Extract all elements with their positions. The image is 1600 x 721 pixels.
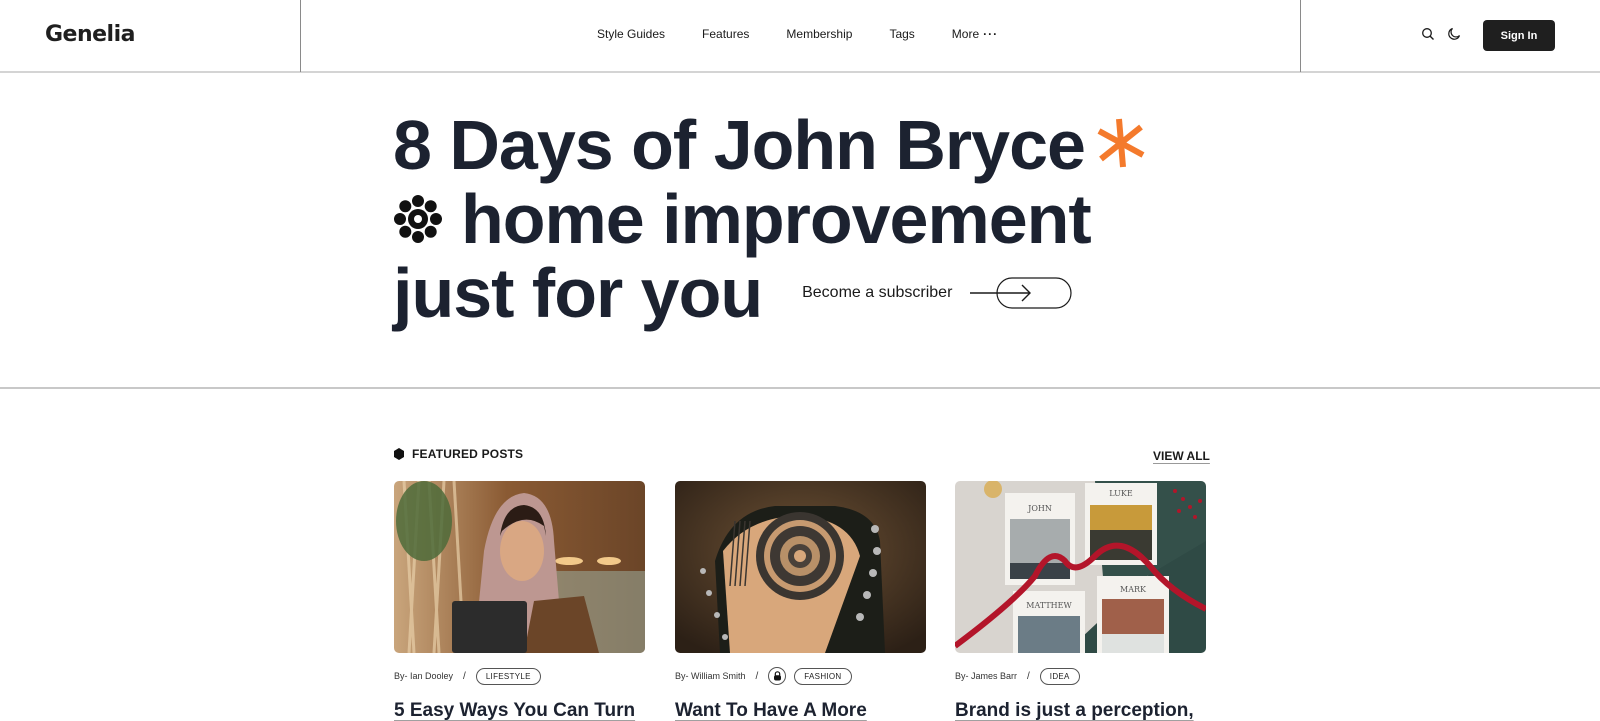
post-card: JOHN LUKE MATTHEW MARK By- James Barr / … [955, 481, 1206, 721]
nav-more-label: More [951, 27, 980, 41]
view-all-link[interactable]: VIEW ALL [1153, 449, 1210, 463]
subscribe-label: Become a subscriber [802, 284, 953, 301]
post-meta: By- William Smith / FASHION [675, 667, 926, 685]
featured-heading: FEATURED POSTS [394, 447, 523, 461]
post-author[interactable]: By- Ian Dooley [394, 671, 453, 681]
moon-icon[interactable] [1447, 27, 1463, 43]
post-tag[interactable]: IDEA [1039, 667, 1080, 685]
meta-separator: / [1027, 670, 1030, 682]
hero-title-line-1: 8 Days of John Bryce [393, 106, 1086, 184]
post-tag[interactable]: FASHION [794, 667, 852, 685]
subscribe-cta[interactable]: Become a subscriber [802, 256, 1073, 330]
post-tag[interactable]: LIFESTYLE [475, 667, 541, 685]
site-header: Genelia Style Guides Features Membership… [0, 0, 1600, 73]
nav-item-style-guides[interactable]: Style Guides [597, 27, 665, 41]
woman-hijab-image [394, 481, 645, 653]
hero-line-2: home improvement [393, 182, 1213, 256]
orange-asterisk-icon [1097, 118, 1145, 168]
post-image[interactable] [394, 481, 645, 653]
section-divider [0, 387, 1600, 389]
post-author[interactable]: By- William Smith [675, 671, 746, 681]
hero-title-line-3: just for you [393, 254, 763, 332]
header-divider-right [1300, 0, 1301, 72]
hexagon-icon [394, 448, 404, 460]
hero-title-line-2: home improvement [461, 180, 1092, 258]
search-icon[interactable] [1421, 27, 1437, 43]
nav-item-membership[interactable]: Membership [786, 27, 852, 41]
meta-separator: / [755, 670, 759, 682]
post-title[interactable]: Brand is just a perception, [955, 700, 1206, 721]
main-nav: Style Guides Features Membership Tags Mo… [597, 27, 998, 41]
featured-title: FEATURED POSTS [412, 447, 524, 461]
gospel-books-image: JOHN LUKE MATTHEW MARK [955, 481, 1206, 653]
ellipsis-icon: ··· [983, 27, 999, 41]
arrow-right-icon[interactable] [970, 277, 1073, 309]
book-label-luke: LUKE [1109, 489, 1133, 498]
lock-icon [768, 667, 787, 685]
post-author[interactable]: By- James Barr [955, 671, 1017, 681]
post-image[interactable] [675, 481, 926, 653]
logo[interactable]: Genelia [45, 22, 136, 47]
post-meta: By- Ian Dooley / LIFESTYLE [394, 667, 645, 685]
post-title[interactable]: 5 Easy Ways You Can Turn [394, 700, 645, 721]
tattoo-back-image [675, 481, 926, 653]
nav-item-more[interactable]: More ··· [952, 27, 998, 41]
flower-icon [394, 195, 442, 243]
hero-line-1: 8 Days of John Bryce [393, 108, 1213, 182]
book-label-john: JOHN [1027, 504, 1052, 513]
post-card: By- William Smith / FASHION Want To Have… [675, 481, 926, 721]
hero-line-3: just for you Become a subscriber [393, 256, 1213, 330]
nav-item-features[interactable]: Features [702, 27, 749, 41]
meta-separator: / [463, 670, 466, 682]
header-divider-left [300, 0, 301, 72]
nav-item-tags[interactable]: Tags [889, 27, 914, 41]
hero: 8 Days of John Bryce home improvement ju… [393, 108, 1213, 330]
sign-in-button[interactable]: Sign In [1483, 20, 1555, 51]
post-image[interactable]: JOHN LUKE MATTHEW MARK [955, 481, 1206, 653]
post-title[interactable]: Want To Have A More [675, 700, 926, 721]
post-meta: By- James Barr / IDEA [955, 667, 1206, 685]
book-label-matthew: MATTHEW [1026, 601, 1072, 610]
post-card: By- Ian Dooley / LIFESTYLE 5 Easy Ways Y… [394, 481, 645, 721]
book-label-mark: MARK [1120, 585, 1147, 594]
